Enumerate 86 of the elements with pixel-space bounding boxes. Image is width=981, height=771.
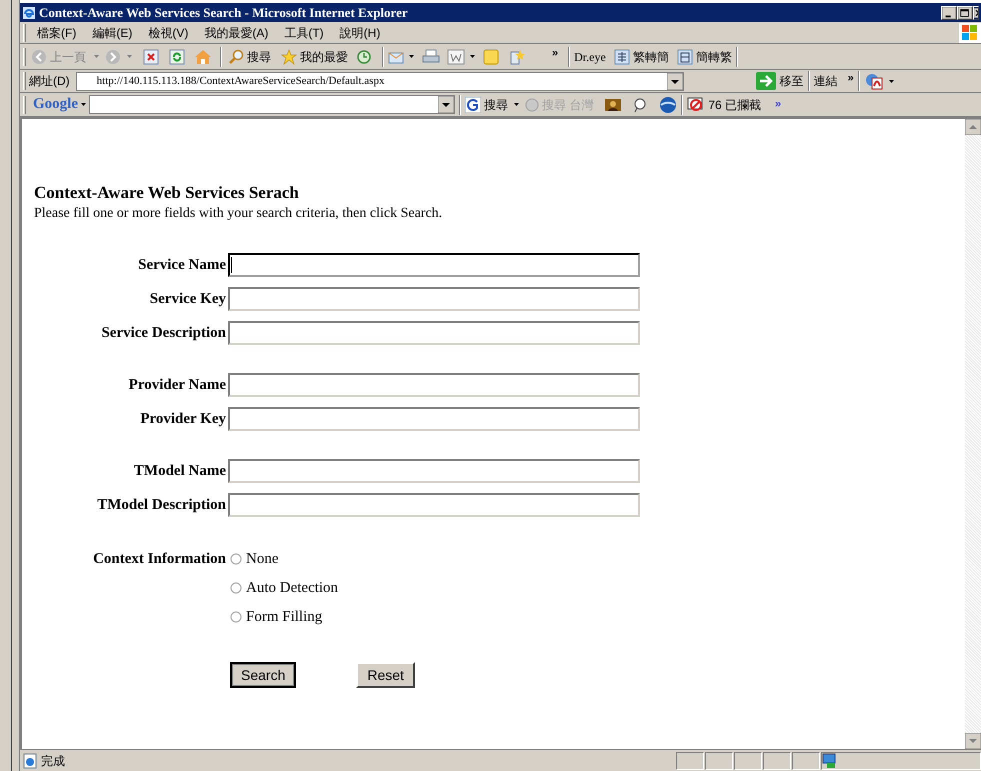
history-icon[interactable] (356, 48, 372, 64)
refresh-icon[interactable] (169, 48, 185, 64)
field-label: Service Name (137, 256, 227, 275)
close-button[interactable] (973, 6, 979, 20)
address-label: 網址(D) (29, 73, 70, 90)
g-letter-icon (465, 96, 481, 112)
field-label: TModel Description (96, 496, 227, 515)
field-label: Provider Key (139, 410, 227, 429)
windows-logo-icon (959, 22, 981, 42)
input-field[interactable] (228, 493, 640, 517)
blocked-window-icon (687, 96, 706, 114)
input-field[interactable] (228, 373, 640, 397)
input-field[interactable] (228, 407, 640, 431)
star-icon (281, 48, 297, 64)
home-icon[interactable] (194, 48, 212, 64)
page-heading: Context-Aware Web Services Serach (34, 183, 300, 203)
dropdown-caret-icon[interactable] (470, 55, 475, 58)
radio-button[interactable] (230, 553, 242, 565)
menu-item[interactable]: 我的最愛(A) (196, 24, 276, 42)
scroll-down-arrow-icon[interactable] (965, 733, 981, 749)
menu-item[interactable]: 檢視(V) (140, 24, 196, 42)
printer-icon[interactable] (422, 48, 440, 64)
go-button[interactable]: 移至 (756, 72, 804, 90)
dropdown-caret-icon[interactable] (514, 103, 519, 106)
address-field[interactable]: http://140.115.113.188/ContextAwareServiceSearch/Default.aspx (76, 72, 684, 90)
instructions-text: Please fill one or more fields with your search criteria, then click Search. (34, 205, 444, 223)
context-label: Context Information (92, 550, 227, 569)
pdf-icon[interactable] (864, 72, 884, 90)
network-icon (822, 752, 838, 768)
reset-button[interactable]: Reset (356, 662, 415, 688)
field-label: Service Description (100, 324, 227, 343)
more-chevron[interactable]: » (775, 96, 782, 113)
page-icon (22, 752, 38, 768)
dropdown-caret-icon[interactable] (81, 103, 86, 106)
input-field[interactable] (228, 459, 640, 483)
input-field[interactable] (228, 253, 640, 277)
dropdown-arrow-icon[interactable] (438, 96, 454, 113)
scroll-bar[interactable] (965, 119, 981, 749)
google-logo: Google (33, 95, 78, 114)
dreye-label: Dr.eye (574, 48, 606, 66)
browser-icon (22, 6, 36, 20)
dropdown-caret-icon[interactable] (409, 55, 414, 58)
minimize-button[interactable] (941, 6, 957, 20)
field-label: TModel Name (132, 462, 227, 481)
document-icon[interactable] (447, 48, 465, 64)
favorites-button[interactable]: 我的最愛 (279, 48, 350, 66)
convert-button[interactable]: 簡轉繁 (676, 48, 732, 66)
menu-item[interactable]: 工具(T) (276, 24, 332, 42)
menu-item[interactable]: 檔案(F) (29, 24, 84, 42)
more-chevron[interactable]: » (848, 70, 854, 86)
status-pane (763, 752, 791, 770)
status-pane (705, 752, 733, 770)
dropdown-caret-icon[interactable] (888, 80, 894, 82)
globe-icon (525, 98, 539, 112)
menu-item[interactable]: 說明(H) (332, 24, 388, 42)
radio-button[interactable] (230, 611, 242, 623)
status-pane (676, 752, 704, 770)
popup-blocker-button[interactable]: 76 已攔截 (687, 96, 762, 114)
google-search-button[interactable]: 搜尋 (465, 96, 508, 114)
status-pane (734, 752, 762, 770)
menu-item[interactable]: 編輯(E) (84, 24, 140, 42)
links-label[interactable]: 連結 (814, 72, 838, 90)
field-label: Provider Name (128, 376, 227, 395)
scroll-up-arrow-icon[interactable] (965, 119, 981, 135)
radio-option[interactable]: None (230, 549, 338, 569)
input-field[interactable] (228, 287, 640, 311)
radio-button[interactable] (230, 582, 242, 594)
radio-option[interactable]: Auto Detection (230, 578, 338, 598)
window-title: Context-Aware Web Services Search - Microsoft Internet Explorer (39, 4, 409, 22)
earth-icon[interactable] (659, 96, 678, 114)
dropdown-arrow-icon[interactable] (666, 72, 683, 90)
magnifier-icon (228, 48, 244, 64)
google-search-field[interactable] (89, 95, 455, 114)
search-button[interactable]: Search (230, 662, 296, 688)
status-text: 完成 (41, 752, 66, 770)
more-chevron[interactable]: » (552, 45, 558, 62)
convert-button[interactable]: 繁轉簡 (614, 48, 669, 66)
sparkle-page-icon[interactable] (509, 48, 525, 64)
stop-icon[interactable] (143, 48, 159, 64)
radio-option[interactable]: Form Filling (230, 607, 338, 627)
input-field[interactable] (228, 321, 640, 345)
portrait-icon[interactable] (605, 98, 622, 112)
field-label: Service Key (148, 290, 227, 309)
search-button[interactable]: 搜尋 (226, 48, 273, 66)
convert-icon (676, 48, 693, 64)
convert-icon (614, 48, 630, 64)
